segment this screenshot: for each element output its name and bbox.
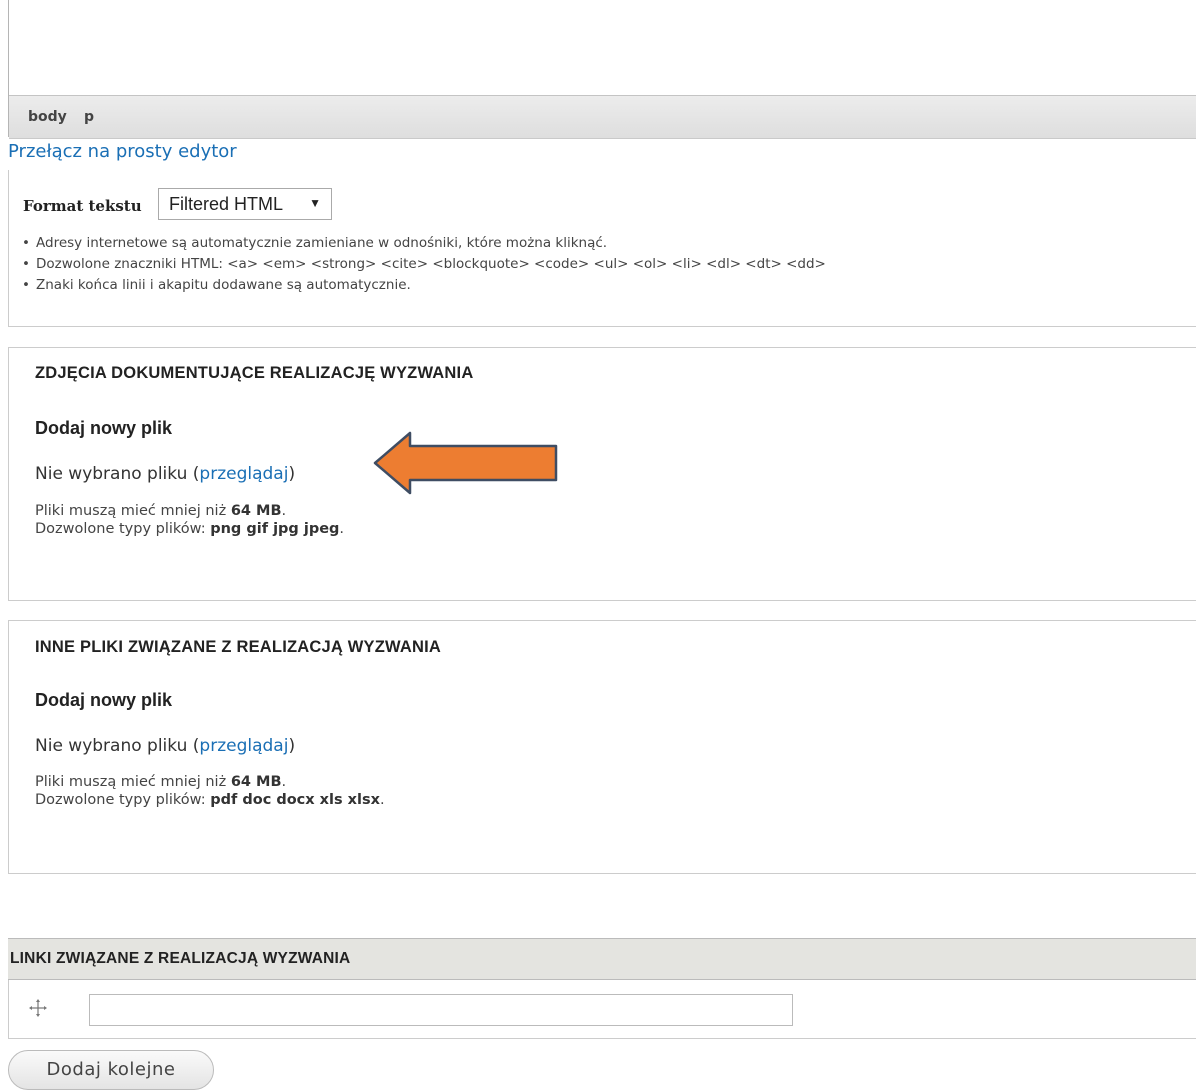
allowed-types-text: Dozwolone typy plików: <box>35 521 211 537</box>
other-files-add-label: Dodaj nowy plik <box>35 690 173 710</box>
dot: . <box>281 774 287 790</box>
other-files-legend: INNE PLIKI ZWIĄZANE Z REALIZACJĄ WYZWANI… <box>35 638 442 656</box>
other-files-browse-link[interactable]: przeglądaj <box>199 736 288 756</box>
allowed-types-text: Dozwolone typy plików: <box>35 792 211 808</box>
allowed-types-value: png gif jpg jpeg <box>210 521 340 537</box>
dot: . <box>281 503 287 519</box>
text-format-label: Format tekstu <box>23 197 142 215</box>
close-paren: ) <box>288 464 296 484</box>
dot: . <box>379 792 385 808</box>
other-files-help: Pliki muszą mieć mniej niż 64 MB. Dozwol… <box>35 773 385 809</box>
path-item-body[interactable]: body <box>28 109 67 125</box>
format-tip: Dozwolone znaczniki HTML: <a> <em> <stro… <box>22 254 826 275</box>
text-format-value: Filtered HTML <box>169 194 284 214</box>
link-url-input[interactable] <box>89 994 793 1026</box>
size-limit-text: Pliki muszą mieć mniej niż <box>35 774 231 790</box>
format-tip: Znaki końca linii i akapitu dodawane są … <box>22 275 826 296</box>
links-table-header: LINKI ZWIĄZANE Z REALIZACJĄ WYZWANIA <box>8 938 1196 980</box>
size-limit-value: 64 MB <box>230 774 282 790</box>
switch-editor-link[interactable]: Przełącz na prosty edytor <box>8 141 237 162</box>
editor-path-bar: body p <box>9 95 1196 139</box>
format-tip: Adresy internetowe są automatycznie zami… <box>22 233 826 254</box>
allowed-types-value: pdf doc docx xls xlsx <box>210 792 380 808</box>
left-arrow-annotation-icon <box>373 431 558 495</box>
other-files-file-status: Nie wybrano pliku (przeglądaj) <box>35 736 295 756</box>
dot: . <box>339 521 345 537</box>
close-paren: ) <box>288 736 296 756</box>
path-item-p[interactable]: p <box>84 109 94 125</box>
photos-add-label: Dodaj nowy plik <box>35 418 173 438</box>
drag-handle-icon[interactable] <box>28 998 48 1018</box>
links-legend: LINKI ZWIĄZANE Z REALIZACJĄ WYZWANIA <box>10 950 351 967</box>
no-file-text: Nie wybrano pliku ( <box>35 736 200 756</box>
text-format-select[interactable]: Filtered HTML ▼ <box>158 188 332 220</box>
size-limit-value: 64 MB <box>230 503 282 519</box>
add-another-button[interactable]: Dodaj kolejne <box>8 1050 214 1090</box>
photos-legend: ZDJĘCIA DOKUMENTUJĄCE REALIZACJĘ WYZWANI… <box>35 364 474 382</box>
photos-file-status: Nie wybrano pliku (przeglądaj) <box>35 464 295 484</box>
size-limit-text: Pliki muszą mieć mniej niż <box>35 503 231 519</box>
photos-browse-link[interactable]: przeglądaj <box>199 464 288 484</box>
photos-help: Pliki muszą mieć mniej niż 64 MB. Dozwol… <box>35 502 344 538</box>
format-tips-list: Adresy internetowe są automatycznie zami… <box>22 233 826 296</box>
chevron-down-icon: ▼ <box>309 196 321 210</box>
no-file-text: Nie wybrano pliku ( <box>35 464 200 484</box>
